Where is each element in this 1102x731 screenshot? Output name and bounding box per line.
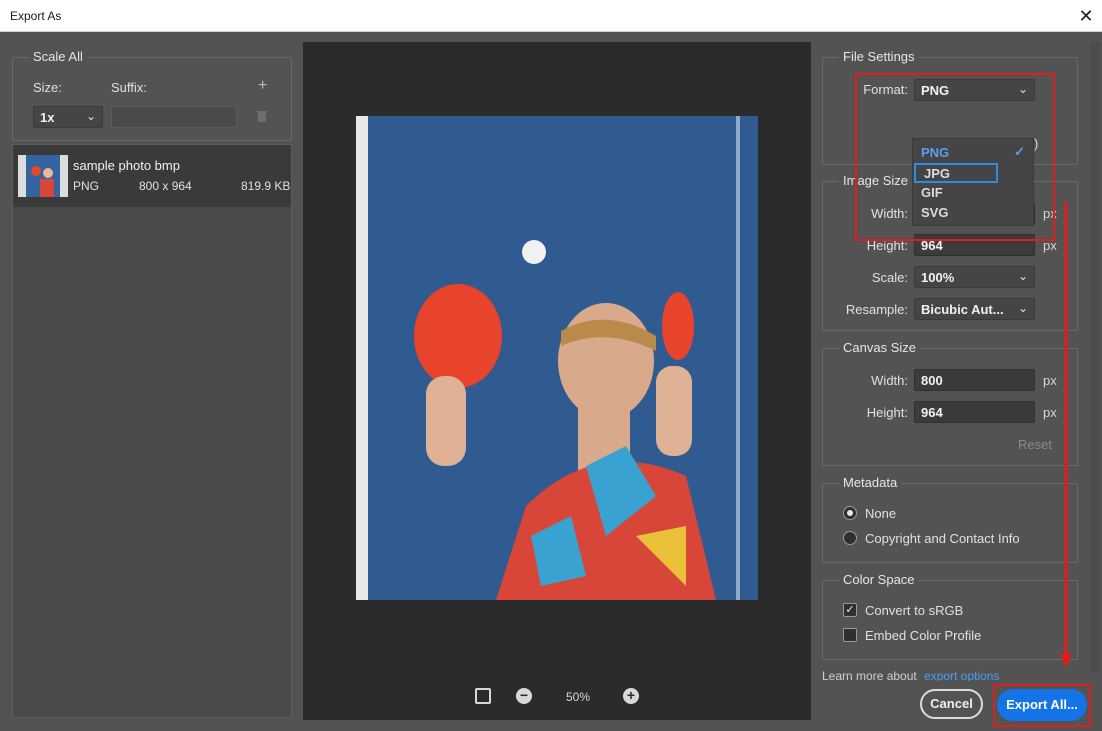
zoom-level: 50%: [566, 690, 591, 704]
asset-format: PNG: [73, 179, 100, 193]
asset-list: sample photo bmp PNG 800 x 964 819.9 KB: [12, 144, 292, 718]
file-settings-title: File Settings: [839, 49, 919, 64]
canvas-height-unit: px: [1043, 405, 1057, 420]
annotation-export-box: [993, 684, 1091, 727]
preview-image: [356, 116, 758, 600]
fit-to-screen-icon[interactable]: [475, 688, 491, 704]
scale-label: Scale:: [871, 270, 908, 285]
convert-srgb-label: Convert to sRGB: [865, 603, 964, 618]
scale-value: 100%: [921, 270, 955, 285]
convert-srgb-checkbox[interactable]: ✓: [843, 603, 857, 617]
dialog-body: Scale All Size: Suffix: + 1x ⌄ sample ph…: [0, 32, 1102, 731]
suffix-label: Suffix:: [111, 80, 147, 95]
canvas-size-title: Canvas Size: [839, 340, 920, 355]
zoom-out-icon[interactable]: −: [516, 688, 532, 704]
chevron-down-icon: ⌄: [85, 109, 96, 123]
asset-thumbnail: [18, 155, 68, 197]
resample-label: Resample:: [845, 302, 908, 317]
scrollbar[interactable]: [1090, 42, 1100, 672]
learn-more-row: Learn more about export options: [822, 669, 1022, 681]
resample-value: Bicubic Aut...: [921, 302, 1004, 317]
metadata-title: Metadata: [839, 475, 902, 490]
asset-name: sample photo bmp: [73, 158, 180, 173]
canvas-height-label: Height:: [866, 405, 908, 420]
scale-dropdown[interactable]: 100% ⌄: [914, 266, 1035, 288]
asset-row[interactable]: sample photo bmp PNG 800 x 964 819.9 KB: [13, 145, 291, 207]
export-options-link[interactable]: export options: [924, 669, 999, 681]
resample-dropdown[interactable]: Bicubic Aut... ⌄: [914, 298, 1035, 320]
annotation-format-box: [855, 73, 1055, 241]
window-title: Export As: [10, 9, 62, 23]
embed-profile-label: Embed Color Profile: [865, 628, 982, 643]
cancel-button[interactable]: Cancel: [920, 689, 983, 719]
metadata-copyright-radio[interactable]: [843, 531, 857, 545]
embed-profile-checkbox[interactable]: [843, 628, 857, 642]
size-label: Size:: [33, 80, 62, 95]
asset-dimensions: 800 x 964: [139, 179, 192, 193]
chevron-down-icon: ⌄: [1017, 301, 1028, 315]
canvas-width-unit: px: [1043, 373, 1057, 388]
canvas-height-field[interactable]: 964: [914, 401, 1035, 423]
canvas-width-label: Width:: [871, 373, 908, 388]
reset-button[interactable]: Reset: [1018, 437, 1052, 452]
learn-more-text: Learn more about: [822, 669, 917, 681]
scale-all-title: Scale All: [29, 49, 87, 64]
suffix-input[interactable]: [111, 106, 237, 128]
size-dropdown[interactable]: 1x ⌄: [33, 106, 103, 128]
preview-pane: − 50% +: [303, 42, 811, 720]
scale-all-group: [12, 57, 292, 141]
zoom-in-icon[interactable]: +: [623, 688, 639, 704]
asset-filesize: 819.9 KB: [241, 179, 291, 193]
metadata-copyright-label: Copyright and Contact Info: [865, 531, 1020, 546]
chevron-down-icon: ⌄: [1017, 269, 1028, 283]
color-space-title: Color Space: [839, 572, 919, 587]
close-icon[interactable]: ✕: [1070, 0, 1102, 32]
canvas-width-field[interactable]: 800: [914, 369, 1035, 391]
color-space-group: [822, 580, 1078, 660]
size-value: 1x: [40, 110, 55, 125]
trash-icon[interactable]: [256, 109, 268, 126]
add-scale-icon[interactable]: +: [258, 77, 267, 95]
metadata-none-radio[interactable]: [843, 506, 857, 520]
title-bar: Export As ✕: [0, 0, 1102, 32]
metadata-none-label: None: [865, 506, 897, 521]
metadata-group: [822, 483, 1078, 563]
annotation-arrow: [1060, 202, 1072, 672]
